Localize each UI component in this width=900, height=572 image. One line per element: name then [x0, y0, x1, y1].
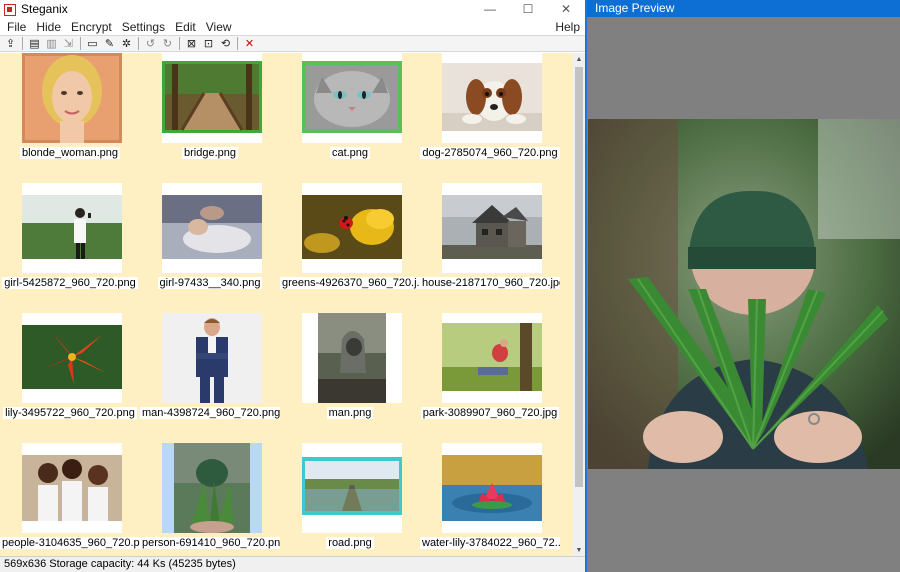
menu-edit[interactable]: Edit: [170, 20, 201, 34]
thumbnail-image[interactable]: [162, 313, 262, 403]
thumbnail-label: road.png: [326, 537, 374, 549]
menu-view[interactable]: View: [201, 20, 237, 34]
toolbar-separator: [237, 37, 238, 50]
thumbnail-label: girl-5425872_960_720.png: [2, 277, 138, 289]
close-window-button[interactable]: ✕: [547, 0, 585, 18]
maximize-button[interactable]: ☐: [509, 0, 547, 18]
vertical-scrollbar[interactable]: ▲ ▼: [573, 53, 585, 556]
toolbar-separator: [80, 37, 81, 50]
thumbnail-label: water-lily-3784022_960_72...: [420, 537, 560, 549]
thumbnail-label: park-3089907_960_720.jpg: [420, 407, 560, 419]
thumbnail-item[interactable]: house-2187170_960_720.jpg: [420, 183, 560, 313]
window-title: Steganix: [21, 2, 68, 16]
toolbar-separator: [179, 37, 180, 50]
thumbnail-image[interactable]: [162, 183, 262, 273]
thumbnail-item[interactable]: dog-2785074_960_720.png: [420, 53, 560, 183]
thumbnail-item[interactable]: bridge.png: [140, 53, 280, 183]
thumbnail-item[interactable]: girl-5425872_960_720.png: [0, 183, 140, 313]
scroll-down-icon[interactable]: ▼: [573, 544, 585, 556]
thumbnail-image[interactable]: [162, 53, 262, 143]
thumbnail-item[interactable]: water-lily-3784022_960_72...: [420, 443, 560, 556]
menu-file[interactable]: File: [2, 20, 31, 34]
scroll-up-icon[interactable]: ▲: [573, 53, 585, 65]
menu-hide[interactable]: Hide: [31, 20, 66, 34]
thumbnail-image[interactable]: [22, 53, 122, 143]
menu-bar: File Hide Encrypt Settings Edit View Hel…: [0, 18, 585, 35]
image-box-icon[interactable]: ⊠: [183, 36, 200, 51]
preview-title: Image Preview: [587, 0, 900, 17]
thumbnail-item[interactable]: girl-97433__340.png: [140, 183, 280, 313]
menu-help[interactable]: Help: [550, 20, 585, 34]
thumbnail-image[interactable]: [22, 443, 122, 533]
thumbnail-image[interactable]: [22, 313, 122, 403]
thumbnail-image[interactable]: [302, 443, 402, 533]
thumbnail-label: girl-97433__340.png: [157, 277, 263, 289]
thumbnail-grid[interactable]: blonde_woman.png bridge.png cat.png dog-…: [0, 53, 573, 556]
thumbnail-item[interactable]: blonde_woman.png: [0, 53, 140, 183]
refresh-icon[interactable]: ⟲: [217, 36, 234, 51]
thumbnail-label: dog-2785074_960_720.png: [420, 147, 560, 159]
thumbnail-item[interactable]: man.png: [280, 313, 420, 443]
thumbnail-item[interactable]: road.png: [280, 443, 420, 556]
thumbnail-label: man.png: [326, 407, 374, 419]
thumbnail-image[interactable]: [442, 313, 542, 403]
thumbnail-label: bridge.png: [182, 147, 238, 159]
export-icon[interactable]: ⇲: [60, 36, 77, 51]
thumbnail-label: people-3104635_960_720.p...: [0, 537, 140, 549]
undo-icon[interactable]: ↺: [142, 36, 159, 51]
comment-edit-icon[interactable]: ✎: [101, 36, 118, 51]
thumbnail-image-selected[interactable]: [162, 443, 262, 533]
thumbnail-label: blonde_woman.png: [19, 147, 121, 159]
thumbnail-item[interactable]: greens-4926370_960_720.j...: [280, 183, 420, 313]
thumbnail-label: house-2187170_960_720.jpg: [420, 277, 560, 289]
clipboard-icon[interactable]: ▤: [26, 36, 43, 51]
thumbnail-image[interactable]: [442, 53, 542, 143]
menu-encrypt[interactable]: Encrypt: [66, 20, 117, 34]
thumbnail-image[interactable]: [302, 183, 402, 273]
thumbnail-item[interactable]: lily-3495722_960_720.png: [0, 313, 140, 443]
main-window: Steganix — ☐ ✕ File Hide Encrypt Setting…: [0, 0, 585, 572]
thumbnail-label: greens-4926370_960_720.j...: [280, 277, 420, 289]
thumbnail-label: lily-3495722_960_720.png: [3, 407, 137, 419]
toolbar-separator: [138, 37, 139, 50]
minimize-button[interactable]: —: [471, 0, 509, 18]
comment-icon[interactable]: ▭: [84, 36, 101, 51]
preview-image: [588, 119, 900, 469]
thumbnail-item[interactable]: cat.png: [280, 53, 420, 183]
thumbnail-item[interactable]: person-691410_960_720.png: [140, 443, 280, 556]
thumbnail-image[interactable]: [302, 53, 402, 143]
close-icon[interactable]: ✕: [241, 36, 258, 51]
settings-icon[interactable]: ✲: [118, 36, 135, 51]
upload-icon[interactable]: ⇪: [2, 36, 19, 51]
thumbnail-image[interactable]: [302, 313, 402, 403]
thumbnail-image[interactable]: [442, 183, 542, 273]
app-logo-icon: [4, 3, 16, 16]
thumbnail-image[interactable]: [442, 443, 542, 533]
thumbnail-image[interactable]: [22, 183, 122, 273]
title-bar[interactable]: Steganix — ☐ ✕: [0, 0, 585, 18]
menu-settings[interactable]: Settings: [117, 20, 170, 34]
scrollbar-thumb[interactable]: [575, 67, 583, 487]
trash-icon[interactable]: ▥: [43, 36, 60, 51]
thumbnail-item[interactable]: man-4398724_960_720.png: [140, 313, 280, 443]
thumbnail-item[interactable]: people-3104635_960_720.p...: [0, 443, 140, 556]
thumbnail-item[interactable]: park-3089907_960_720.jpg: [420, 313, 560, 443]
thumbnail-label: cat.png: [329, 147, 371, 159]
image-box-alt-icon[interactable]: ⊡: [200, 36, 217, 51]
toolbar: ⇪ ▤ ▥ ⇲ ▭ ✎ ✲ ↺ ↻ ⊠ ⊡ ⟲ ✕: [0, 35, 585, 52]
toolbar-separator: [22, 37, 23, 50]
redo-icon[interactable]: ↻: [159, 36, 176, 51]
preview-window: Image Preview: [587, 0, 900, 572]
thumbnail-label: person-691410_960_720.png: [140, 537, 280, 549]
status-bar: 569x636 Storage capacity: 44 Ks (45235 b…: [0, 556, 585, 572]
thumbnail-label: man-4398724_960_720.png: [140, 407, 280, 419]
